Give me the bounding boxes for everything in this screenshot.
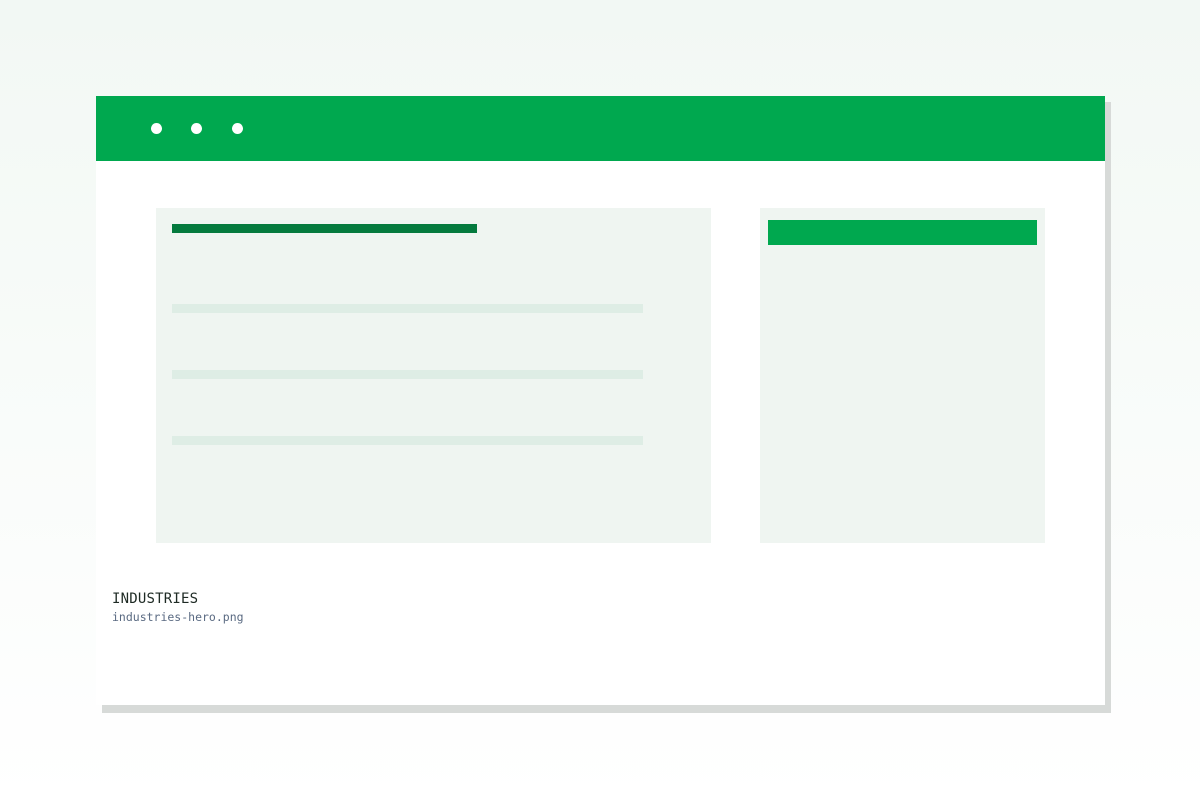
- window-dot-2[interactable]: [191, 123, 202, 134]
- window-dot-1[interactable]: [151, 123, 162, 134]
- window-dot-3[interactable]: [232, 123, 243, 134]
- heading-placeholder-bar: [172, 224, 477, 233]
- main-content-panel: [156, 208, 711, 543]
- text-line-placeholder-1: [172, 304, 643, 313]
- sidebar-panel: [760, 208, 1045, 543]
- text-line-placeholder-3: [172, 436, 643, 445]
- caption-title: INDUSTRIES: [112, 591, 199, 607]
- text-line-placeholder-2: [172, 370, 643, 379]
- caption-filename: industries-hero.png: [112, 610, 244, 624]
- window-titlebar: [96, 96, 1105, 161]
- browser-window: INDUSTRIES industries-hero.png: [96, 96, 1105, 705]
- sidebar-header-bar[interactable]: [768, 220, 1037, 245]
